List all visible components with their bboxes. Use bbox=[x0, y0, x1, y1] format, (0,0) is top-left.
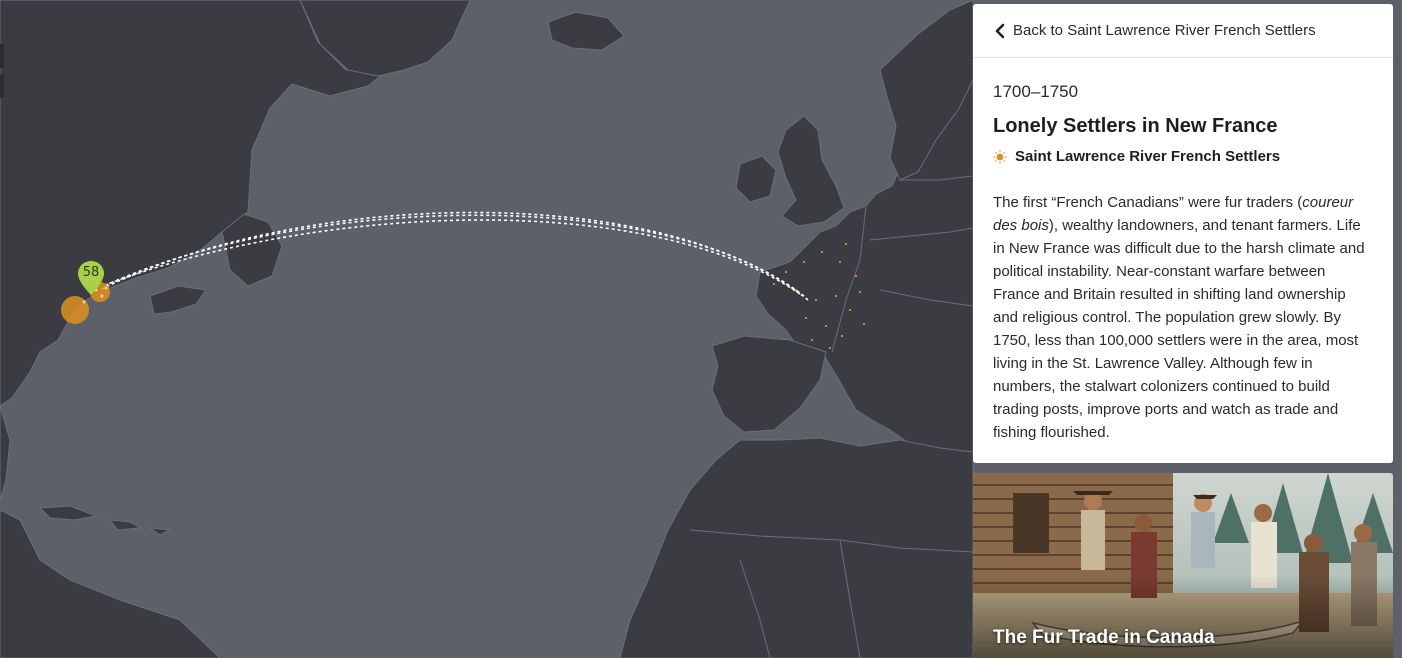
story-title: Lonely Settlers in New France bbox=[993, 115, 1278, 137]
map-zoom-controls bbox=[0, 44, 4, 104]
settler-group-tag[interactable]: Saint Lawrence River French Settlers bbox=[993, 148, 1280, 165]
sun-dot-icon bbox=[993, 150, 1007, 163]
date-range: 1700–1750 bbox=[993, 82, 1079, 101]
chevron-left-icon bbox=[995, 23, 1005, 38]
cluster-count-marker[interactable]: 58 bbox=[78, 261, 104, 295]
settler-group-label: Saint Lawrence River French Settlers bbox=[1015, 148, 1281, 165]
settlement-cluster-large[interactable] bbox=[61, 296, 89, 324]
zoom-in-button[interactable] bbox=[0, 44, 4, 68]
cluster-count: 58 bbox=[82, 265, 100, 280]
card-title: The Fur Trade in Canada bbox=[993, 627, 1215, 648]
related-story-card[interactable]: The Fur Trade in Canada bbox=[973, 473, 1393, 658]
back-link-label: Back to Saint Lawrence River French Sett… bbox=[1013, 22, 1316, 39]
zoom-out-button[interactable] bbox=[0, 74, 4, 98]
story-body-part-2: ), wealthy landowners, and tenant farmer… bbox=[993, 217, 1365, 441]
story-body: The first “French Canadians” were fur tr… bbox=[993, 191, 1371, 444]
back-button[interactable]: Back to Saint Lawrence River French Sett… bbox=[973, 4, 1393, 58]
story-panel: Back to Saint Lawrence River French Sett… bbox=[973, 4, 1393, 463]
story-body-part-1: The first “French Canadians” were fur tr… bbox=[993, 194, 1303, 211]
